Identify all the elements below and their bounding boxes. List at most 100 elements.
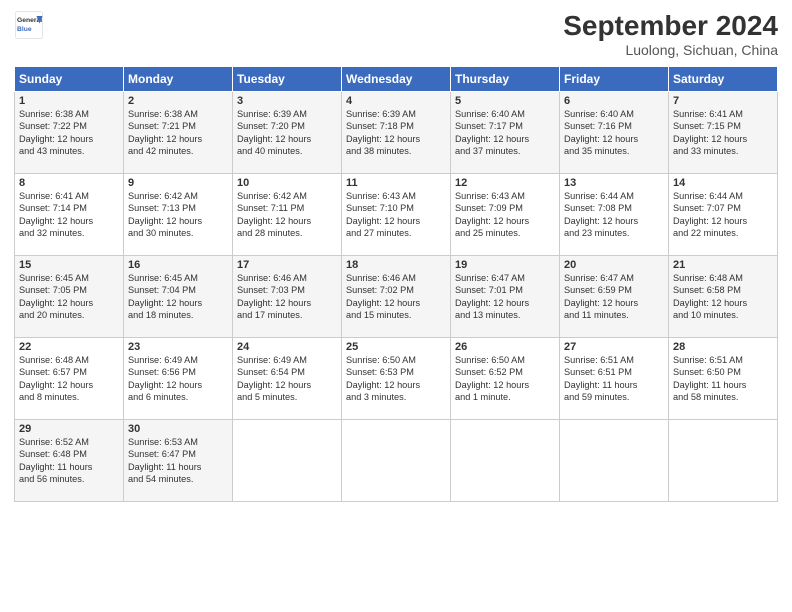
calendar-header: Sunday Monday Tuesday Wednesday Thursday… — [15, 67, 778, 92]
calendar-cell: 22Sunrise: 6:48 AMSunset: 6:57 PMDayligh… — [15, 338, 124, 420]
day-number: 25 — [346, 341, 446, 353]
calendar-cell: 20Sunrise: 6:47 AMSunset: 6:59 PMDayligh… — [560, 256, 669, 338]
svg-text:Blue: Blue — [17, 26, 32, 33]
calendar-cell: 29Sunrise: 6:52 AMSunset: 6:48 PMDayligh… — [15, 420, 124, 502]
cell-info: Sunrise: 6:40 AMSunset: 7:16 PMDaylight:… — [564, 108, 664, 158]
calendar-cell — [560, 420, 669, 502]
calendar-cell: 14Sunrise: 6:44 AMSunset: 7:07 PMDayligh… — [669, 174, 778, 256]
col-saturday: Saturday — [669, 67, 778, 92]
calendar-week-5: 29Sunrise: 6:52 AMSunset: 6:48 PMDayligh… — [15, 420, 778, 502]
day-number: 17 — [237, 259, 337, 271]
calendar-cell: 21Sunrise: 6:48 AMSunset: 6:58 PMDayligh… — [669, 256, 778, 338]
calendar-cell: 25Sunrise: 6:50 AMSunset: 6:53 PMDayligh… — [342, 338, 451, 420]
calendar-cell: 13Sunrise: 6:44 AMSunset: 7:08 PMDayligh… — [560, 174, 669, 256]
cell-info: Sunrise: 6:41 AMSunset: 7:15 PMDaylight:… — [673, 108, 773, 158]
logo-icon: General Blue — [14, 10, 44, 40]
page-container: General Blue September 2024 Luolong, Sic… — [0, 0, 792, 512]
day-number: 24 — [237, 341, 337, 353]
day-number: 7 — [673, 95, 773, 107]
calendar-cell: 4Sunrise: 6:39 AMSunset: 7:18 PMDaylight… — [342, 92, 451, 174]
calendar-cell: 5Sunrise: 6:40 AMSunset: 7:17 PMDaylight… — [451, 92, 560, 174]
calendar-cell — [342, 420, 451, 502]
calendar-cell — [451, 420, 560, 502]
cell-info: Sunrise: 6:47 AMSunset: 6:59 PMDaylight:… — [564, 272, 664, 322]
cell-info: Sunrise: 6:39 AMSunset: 7:18 PMDaylight:… — [346, 108, 446, 158]
title-block: September 2024 Luolong, Sichuan, China — [563, 10, 778, 58]
cell-info: Sunrise: 6:44 AMSunset: 7:07 PMDaylight:… — [673, 190, 773, 240]
cell-info: Sunrise: 6:52 AMSunset: 6:48 PMDaylight:… — [19, 436, 119, 486]
day-number: 1 — [19, 95, 119, 107]
calendar-cell: 16Sunrise: 6:45 AMSunset: 7:04 PMDayligh… — [124, 256, 233, 338]
calendar-cell: 24Sunrise: 6:49 AMSunset: 6:54 PMDayligh… — [233, 338, 342, 420]
day-number: 20 — [564, 259, 664, 271]
calendar-cell: 11Sunrise: 6:43 AMSunset: 7:10 PMDayligh… — [342, 174, 451, 256]
calendar-cell: 28Sunrise: 6:51 AMSunset: 6:50 PMDayligh… — [669, 338, 778, 420]
day-number: 19 — [455, 259, 555, 271]
cell-info: Sunrise: 6:38 AMSunset: 7:21 PMDaylight:… — [128, 108, 228, 158]
calendar-cell: 19Sunrise: 6:47 AMSunset: 7:01 PMDayligh… — [451, 256, 560, 338]
cell-info: Sunrise: 6:38 AMSunset: 7:22 PMDaylight:… — [19, 108, 119, 158]
day-number: 21 — [673, 259, 773, 271]
calendar-cell: 6Sunrise: 6:40 AMSunset: 7:16 PMDaylight… — [560, 92, 669, 174]
cell-info: Sunrise: 6:46 AMSunset: 7:02 PMDaylight:… — [346, 272, 446, 322]
calendar-cell: 2Sunrise: 6:38 AMSunset: 7:21 PMDaylight… — [124, 92, 233, 174]
calendar-week-1: 1Sunrise: 6:38 AMSunset: 7:22 PMDaylight… — [15, 92, 778, 174]
calendar-cell — [669, 420, 778, 502]
calendar-table: Sunday Monday Tuesday Wednesday Thursday… — [14, 66, 778, 502]
cell-info: Sunrise: 6:49 AMSunset: 6:56 PMDaylight:… — [128, 354, 228, 404]
cell-info: Sunrise: 6:43 AMSunset: 7:10 PMDaylight:… — [346, 190, 446, 240]
calendar-week-3: 15Sunrise: 6:45 AMSunset: 7:05 PMDayligh… — [15, 256, 778, 338]
page-header: General Blue September 2024 Luolong, Sic… — [14, 10, 778, 58]
cell-info: Sunrise: 6:48 AMSunset: 6:57 PMDaylight:… — [19, 354, 119, 404]
cell-info: Sunrise: 6:42 AMSunset: 7:11 PMDaylight:… — [237, 190, 337, 240]
calendar-cell: 3Sunrise: 6:39 AMSunset: 7:20 PMDaylight… — [233, 92, 342, 174]
day-number: 11 — [346, 177, 446, 189]
calendar-cell: 10Sunrise: 6:42 AMSunset: 7:11 PMDayligh… — [233, 174, 342, 256]
cell-info: Sunrise: 6:53 AMSunset: 6:47 PMDaylight:… — [128, 436, 228, 486]
cell-info: Sunrise: 6:40 AMSunset: 7:17 PMDaylight:… — [455, 108, 555, 158]
col-friday: Friday — [560, 67, 669, 92]
day-number: 8 — [19, 177, 119, 189]
day-number: 3 — [237, 95, 337, 107]
day-number: 23 — [128, 341, 228, 353]
day-number: 22 — [19, 341, 119, 353]
cell-info: Sunrise: 6:50 AMSunset: 6:53 PMDaylight:… — [346, 354, 446, 404]
cell-info: Sunrise: 6:48 AMSunset: 6:58 PMDaylight:… — [673, 272, 773, 322]
logo: General Blue — [14, 10, 44, 40]
day-number: 13 — [564, 177, 664, 189]
calendar-cell: 12Sunrise: 6:43 AMSunset: 7:09 PMDayligh… — [451, 174, 560, 256]
calendar-week-2: 8Sunrise: 6:41 AMSunset: 7:14 PMDaylight… — [15, 174, 778, 256]
col-sunday: Sunday — [15, 67, 124, 92]
day-number: 2 — [128, 95, 228, 107]
day-number: 30 — [128, 423, 228, 435]
calendar-cell: 27Sunrise: 6:51 AMSunset: 6:51 PMDayligh… — [560, 338, 669, 420]
calendar-cell: 23Sunrise: 6:49 AMSunset: 6:56 PMDayligh… — [124, 338, 233, 420]
cell-info: Sunrise: 6:41 AMSunset: 7:14 PMDaylight:… — [19, 190, 119, 240]
calendar-cell: 7Sunrise: 6:41 AMSunset: 7:15 PMDaylight… — [669, 92, 778, 174]
cell-info: Sunrise: 6:42 AMSunset: 7:13 PMDaylight:… — [128, 190, 228, 240]
cell-info: Sunrise: 6:45 AMSunset: 7:04 PMDaylight:… — [128, 272, 228, 322]
day-number: 28 — [673, 341, 773, 353]
calendar-cell: 9Sunrise: 6:42 AMSunset: 7:13 PMDaylight… — [124, 174, 233, 256]
cell-info: Sunrise: 6:49 AMSunset: 6:54 PMDaylight:… — [237, 354, 337, 404]
calendar-week-4: 22Sunrise: 6:48 AMSunset: 6:57 PMDayligh… — [15, 338, 778, 420]
col-thursday: Thursday — [451, 67, 560, 92]
col-tuesday: Tuesday — [233, 67, 342, 92]
calendar-cell: 18Sunrise: 6:46 AMSunset: 7:02 PMDayligh… — [342, 256, 451, 338]
cell-info: Sunrise: 6:39 AMSunset: 7:20 PMDaylight:… — [237, 108, 337, 158]
calendar-cell: 17Sunrise: 6:46 AMSunset: 7:03 PMDayligh… — [233, 256, 342, 338]
day-number: 26 — [455, 341, 555, 353]
day-number: 18 — [346, 259, 446, 271]
cell-info: Sunrise: 6:45 AMSunset: 7:05 PMDaylight:… — [19, 272, 119, 322]
cell-info: Sunrise: 6:51 AMSunset: 6:51 PMDaylight:… — [564, 354, 664, 404]
day-number: 27 — [564, 341, 664, 353]
day-number: 10 — [237, 177, 337, 189]
day-number: 5 — [455, 95, 555, 107]
day-number: 6 — [564, 95, 664, 107]
cell-info: Sunrise: 6:50 AMSunset: 6:52 PMDaylight:… — [455, 354, 555, 404]
day-number: 4 — [346, 95, 446, 107]
calendar-cell — [233, 420, 342, 502]
calendar-cell: 15Sunrise: 6:45 AMSunset: 7:05 PMDayligh… — [15, 256, 124, 338]
calendar-cell: 1Sunrise: 6:38 AMSunset: 7:22 PMDaylight… — [15, 92, 124, 174]
cell-info: Sunrise: 6:43 AMSunset: 7:09 PMDaylight:… — [455, 190, 555, 240]
